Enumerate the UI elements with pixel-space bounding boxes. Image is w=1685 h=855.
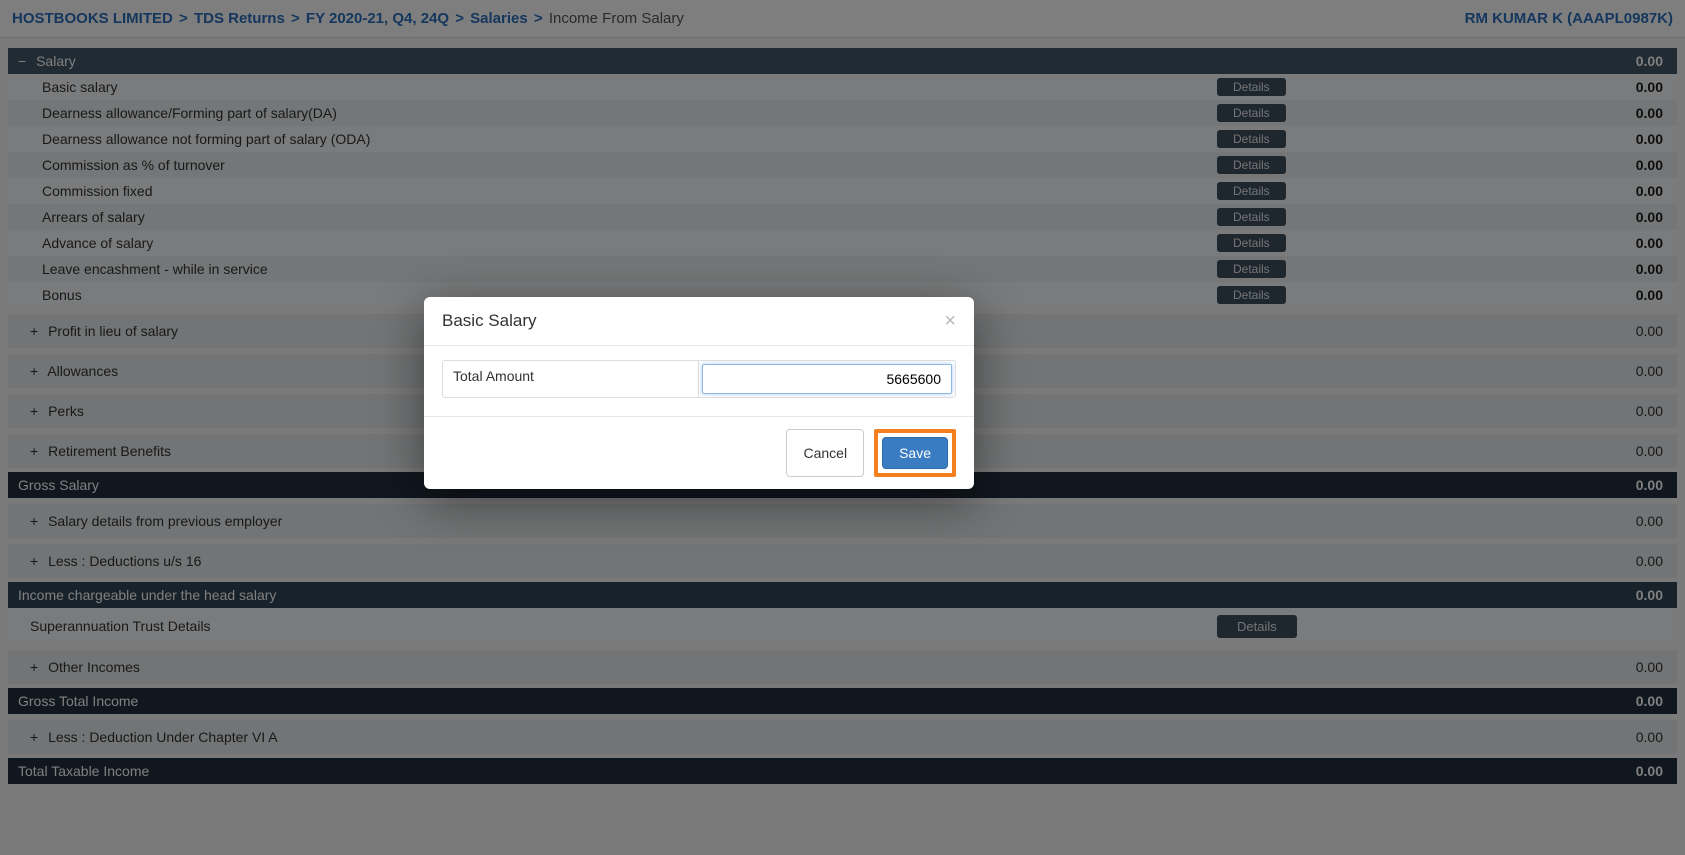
total-amount-input[interactable]	[702, 364, 952, 394]
cancel-button[interactable]: Cancel	[786, 429, 864, 477]
save-button[interactable]: Save	[882, 437, 948, 469]
total-amount-label: Total Amount	[443, 361, 699, 397]
save-highlight-box: Save	[874, 429, 956, 477]
close-icon[interactable]: ×	[944, 311, 956, 331]
modal-title: Basic Salary	[442, 311, 536, 331]
basic-salary-modal: Basic Salary × Total Amount Cancel Save	[424, 297, 974, 489]
